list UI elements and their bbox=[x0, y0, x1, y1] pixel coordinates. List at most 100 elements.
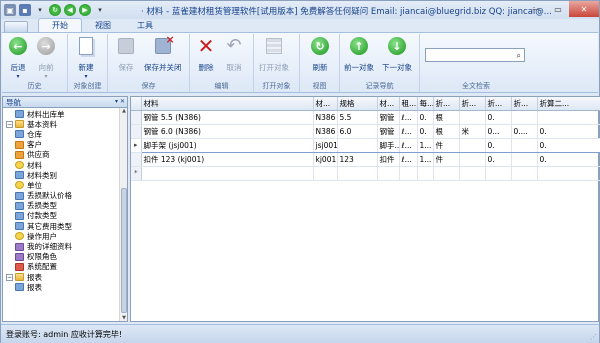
table-cell[interactable]: N386 bbox=[313, 124, 338, 139]
table-cell[interactable] bbox=[377, 166, 400, 181]
expander-icon[interactable]: − bbox=[6, 120, 13, 128]
row-indicator[interactable] bbox=[131, 110, 142, 125]
table-row[interactable]: ▸脚手架 (jsj001)jsj001 脚手...ℓ...1...件 0. 0. bbox=[131, 137, 600, 153]
table-cell[interactable] bbox=[399, 166, 418, 181]
delete-button[interactable]: ✕ 删除 bbox=[196, 36, 216, 73]
customize-quick-access-icon[interactable]: ▾ bbox=[94, 4, 106, 16]
nav-tree-item[interactable]: 丢损类型 bbox=[3, 201, 127, 211]
quick-save-icon[interactable]: ▪ bbox=[19, 4, 31, 16]
quick-refresh-icon[interactable]: ↻ bbox=[49, 4, 61, 16]
new-row[interactable]: * bbox=[131, 166, 600, 181]
table-cell[interactable]: 123 bbox=[337, 152, 378, 167]
search-icon[interactable]: ⌕ bbox=[517, 51, 521, 61]
table-cell[interactable] bbox=[511, 110, 538, 125]
close-button[interactable]: ✕ bbox=[569, 1, 599, 17]
nav-tree-item[interactable]: 客户 bbox=[3, 140, 127, 150]
nav-tree-item[interactable]: − 基本资料 bbox=[3, 119, 127, 129]
tab-view[interactable]: 视图 bbox=[82, 19, 124, 33]
quick-back-icon[interactable]: ◀ bbox=[64, 4, 76, 16]
nav-tree-item[interactable]: 付款类型 bbox=[3, 211, 127, 221]
table-cell[interactable] bbox=[511, 166, 538, 181]
tab-start[interactable]: 开始 bbox=[38, 18, 82, 33]
app-icon[interactable]: ▣ bbox=[4, 4, 16, 16]
nav-tree-item[interactable]: 材料类别 bbox=[3, 170, 127, 180]
scroll-up-icon[interactable]: ▲ bbox=[120, 108, 128, 114]
table-cell[interactable] bbox=[511, 137, 538, 153]
column-header[interactable]: 材... bbox=[313, 97, 338, 111]
table-cell[interactable] bbox=[511, 152, 538, 167]
table-cell[interactable] bbox=[459, 152, 486, 167]
table-cell[interactable]: 扣件 bbox=[377, 152, 400, 167]
table-cell[interactable]: 根 bbox=[433, 124, 460, 139]
table-cell[interactable] bbox=[459, 166, 486, 181]
back-button[interactable]: ← 后退 ▾ bbox=[8, 36, 28, 80]
table-cell[interactable]: 0... bbox=[485, 124, 512, 139]
table-cell[interactable]: ℓ... bbox=[399, 124, 418, 139]
table-cell[interactable] bbox=[459, 110, 486, 125]
table-cell[interactable]: 0. bbox=[537, 152, 600, 167]
column-header[interactable]: 材料 bbox=[141, 97, 314, 111]
nav-scrollbar[interactable]: ▲ ▼ bbox=[119, 108, 127, 321]
table-cell[interactable]: 0. bbox=[417, 110, 434, 125]
table-cell[interactable]: kj001 bbox=[313, 152, 338, 167]
table-cell[interactable]: 钢管 bbox=[377, 124, 400, 139]
table-cell[interactable]: 0. bbox=[537, 137, 600, 153]
column-header[interactable]: 每... bbox=[417, 97, 434, 111]
table-cell[interactable]: 6.0 bbox=[337, 124, 378, 139]
table-cell[interactable]: 钢管 bbox=[377, 110, 400, 125]
table-cell[interactable]: ℓ... bbox=[399, 152, 418, 167]
table-cell[interactable]: 件 bbox=[433, 152, 460, 167]
table-cell[interactable]: 0. bbox=[417, 124, 434, 139]
resize-grip-icon[interactable]: ⋰ bbox=[590, 333, 597, 341]
nav-tree-item[interactable]: 材料 bbox=[3, 160, 127, 170]
prev-object-button[interactable]: ↑ 前一对象 bbox=[344, 36, 374, 73]
table-cell[interactable] bbox=[337, 166, 378, 181]
table-cell[interactable]: 扣件 123 (kj001) bbox=[141, 152, 314, 167]
nav-tree-item[interactable]: 其它费用类型 bbox=[3, 221, 127, 231]
table-cell[interactable]: 脚手... bbox=[377, 137, 400, 153]
table-cell[interactable] bbox=[433, 166, 460, 181]
maximize-button[interactable]: ▭ bbox=[547, 1, 569, 17]
table-cell[interactable]: 0. bbox=[485, 152, 512, 167]
minimize-button[interactable]: — bbox=[525, 1, 547, 17]
table-cell[interactable] bbox=[537, 110, 600, 125]
table-row[interactable]: 钢管 6.0 (N386) N386 6.0 钢管 ℓ... 0. 根米 0... 0.... 0… bbox=[131, 124, 600, 139]
table-cell[interactable]: 米 bbox=[459, 124, 486, 139]
nav-tree-item[interactable]: 仓库 bbox=[3, 129, 127, 139]
table-cell[interactable]: 1... bbox=[417, 152, 434, 167]
column-header[interactable]: 租... bbox=[399, 97, 418, 111]
forward-button[interactable]: → 向前 ▾ bbox=[36, 36, 56, 80]
table-cell[interactable]: 根 bbox=[433, 110, 460, 125]
fulltext-search-input[interactable]: ⌕ bbox=[425, 48, 525, 62]
table-cell[interactable]: 钢管 6.0 (N386) bbox=[141, 124, 314, 139]
next-object-button[interactable]: ↓ 下一对象 bbox=[382, 36, 412, 73]
table-cell[interactable] bbox=[141, 166, 314, 181]
table-cell[interactable]: N386 bbox=[313, 110, 338, 125]
save-close-button[interactable]: 保存并关闭 bbox=[144, 33, 182, 73]
table-cell[interactable]: 件 bbox=[433, 137, 460, 153]
column-header[interactable]: 折... bbox=[433, 97, 460, 111]
open-object-button[interactable]: 打开对象 bbox=[259, 36, 289, 73]
table-cell[interactable]: jsj001 bbox=[313, 137, 338, 153]
column-header[interactable]: 规格 bbox=[337, 97, 378, 111]
table-row[interactable]: 扣件 123 (kj001) kj001 123 扣件 ℓ... 1... 件 0. 0. bbox=[131, 152, 600, 167]
table-cell[interactable] bbox=[459, 137, 486, 153]
table-cell[interactable]: 0. bbox=[485, 137, 512, 153]
nav-close-icon[interactable]: ✕ bbox=[120, 98, 125, 105]
column-header[interactable]: 折... bbox=[511, 97, 538, 111]
table-row[interactable]: 钢管 5.5 (N386) N386 5.5 钢管 ℓ... 0. 根 0. bbox=[131, 110, 600, 125]
row-indicator[interactable]: ▸ bbox=[131, 138, 142, 153]
expander-icon[interactable]: − bbox=[6, 273, 13, 281]
table-cell[interactable] bbox=[485, 166, 512, 181]
row-indicator[interactable] bbox=[131, 152, 142, 167]
column-header[interactable]: 材... bbox=[377, 97, 400, 111]
table-cell[interactable]: ℓ... bbox=[399, 110, 418, 125]
scroll-down-icon[interactable]: ▼ bbox=[120, 315, 128, 321]
table-cell[interactable]: 1... bbox=[417, 137, 434, 153]
column-header[interactable]: 折算二... bbox=[537, 97, 600, 111]
table-cell[interactable]: 0. bbox=[537, 124, 600, 139]
nav-pin-icon[interactable]: ▾ bbox=[115, 98, 118, 105]
table-cell[interactable]: 0.... bbox=[511, 124, 538, 139]
table-cell[interactable] bbox=[417, 166, 434, 181]
nav-tree-item[interactable]: 材料出库单 bbox=[3, 109, 127, 119]
